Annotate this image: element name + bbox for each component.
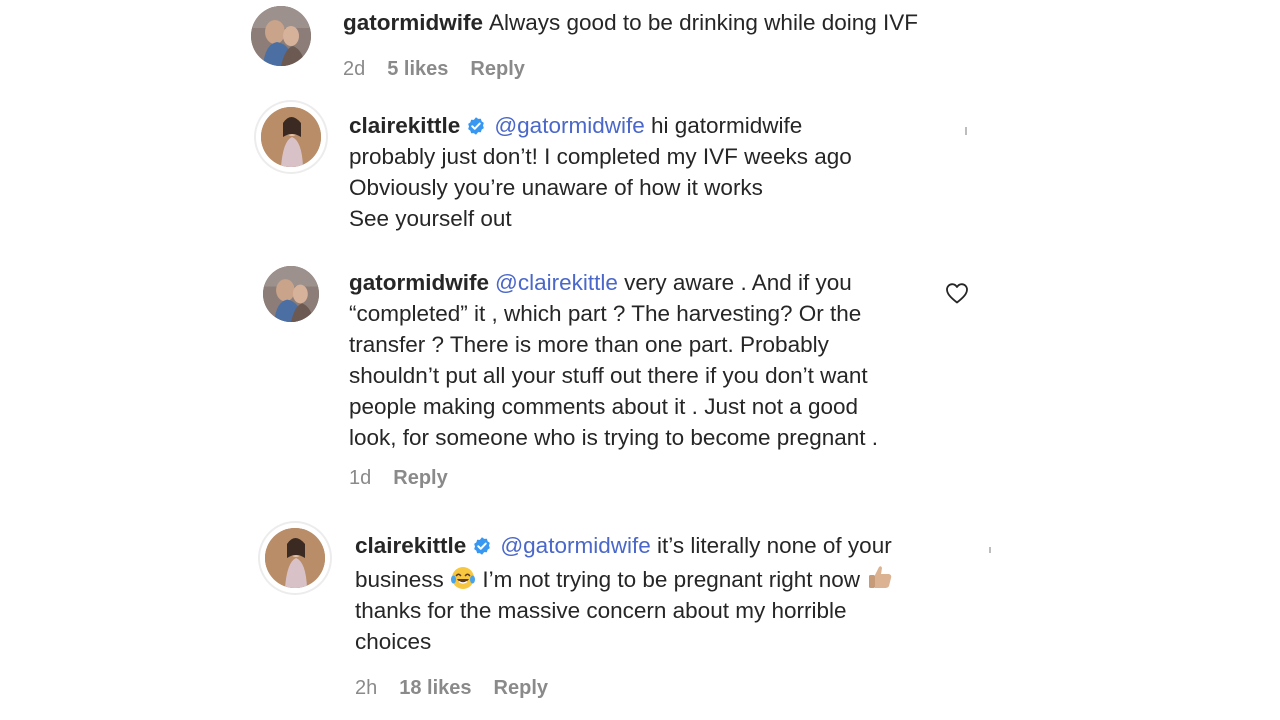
- separator-mark: [989, 547, 991, 553]
- comment-text: See yourself out: [349, 206, 512, 231]
- comment-text: hi gatormidwife: [651, 113, 803, 138]
- avatar[interactable]: [256, 102, 326, 172]
- reply-button[interactable]: Reply: [494, 677, 548, 699]
- avatar[interactable]: [251, 6, 311, 66]
- reply-button[interactable]: Reply: [393, 467, 447, 489]
- reply-button[interactable]: Reply: [470, 58, 524, 80]
- comment-text: look, for someone who is trying to becom…: [349, 425, 879, 450]
- thumbs-up-emoji: [869, 566, 892, 588]
- username[interactable]: clairekittle: [355, 533, 466, 558]
- verified-badge-icon: [474, 537, 491, 555]
- avatar-photo: [265, 528, 325, 588]
- comment-text: people making comments about it . Just n…: [349, 394, 859, 419]
- comment-text: probably just don’t! I completed my IVF …: [349, 144, 852, 169]
- mention-link[interactable]: @gatormidwife: [500, 533, 650, 558]
- comment-text: thanks for the massive concern about my …: [355, 598, 847, 623]
- comment-text: “completed” it , which part ? The harves…: [349, 301, 862, 326]
- comment-text: it’s literally none of your: [657, 533, 892, 558]
- avatar[interactable]: [260, 523, 330, 593]
- heart-outline-icon[interactable]: [945, 282, 969, 304]
- mention-link[interactable]: @clairekittle: [495, 270, 618, 295]
- separator-mark: [965, 127, 967, 135]
- likes-count[interactable]: 18 likes: [399, 677, 471, 699]
- likes-count[interactable]: 5 likes: [387, 58, 448, 80]
- face-with-tears-of-joy-emoji: [451, 567, 476, 589]
- username[interactable]: gatormidwife: [343, 10, 483, 35]
- avatar-photo: [263, 266, 319, 322]
- avatar-photo: [251, 6, 311, 66]
- username[interactable]: clairekittle: [349, 113, 460, 138]
- avatar-photo: [261, 107, 321, 167]
- timestamp: 2h: [355, 677, 378, 699]
- comment-text: shouldn’t put all your stuff out there i…: [349, 363, 868, 388]
- mention-link[interactable]: @gatormidwife: [494, 113, 644, 138]
- comment-text: Always good to be drinking while doing I…: [489, 10, 919, 35]
- comment-text: I’m not trying to be pregnant right now: [482, 567, 861, 592]
- comment-text: transfer ? There is more than one part. …: [349, 332, 829, 357]
- username[interactable]: gatormidwife: [349, 270, 489, 295]
- verified-badge-icon: [468, 117, 485, 135]
- avatar[interactable]: [263, 266, 319, 322]
- comment-text: choices: [355, 629, 432, 654]
- timestamp: 1d: [349, 467, 372, 489]
- comment-text: business: [355, 567, 444, 592]
- comment-text: Obviously you’re unaware of how it works: [349, 175, 763, 200]
- comment-text: very aware . And if you: [624, 270, 852, 295]
- timestamp: 2d: [343, 58, 366, 80]
